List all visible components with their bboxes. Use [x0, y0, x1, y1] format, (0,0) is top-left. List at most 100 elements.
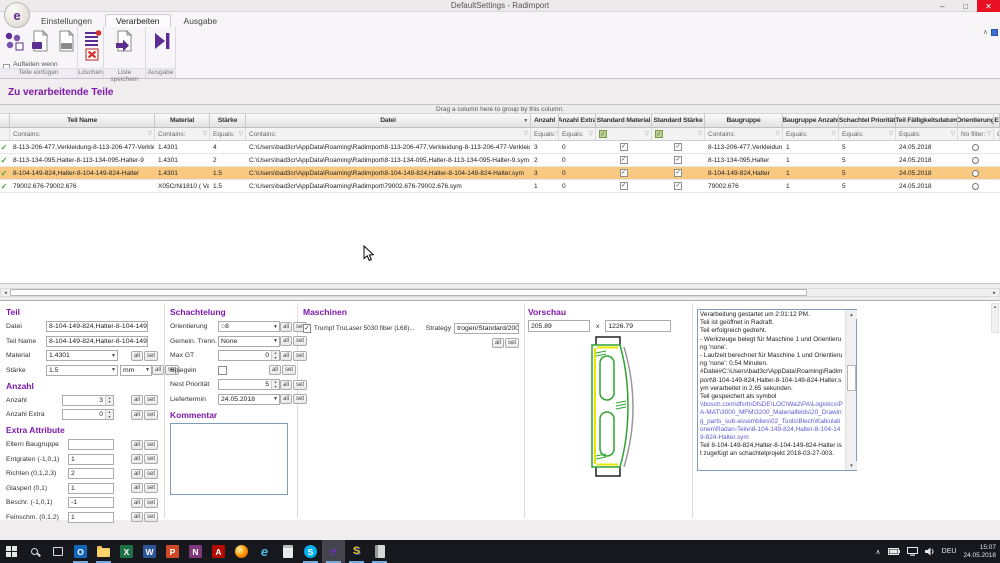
- set-button[interactable]: set: [293, 351, 307, 361]
- language-indicator[interactable]: DEU: [942, 548, 957, 555]
- set-button[interactable]: set: [144, 351, 158, 361]
- funnel-icon[interactable]: ▽: [645, 131, 649, 137]
- column-header-std_staerke[interactable]: Standard Stärke: [652, 114, 705, 128]
- checkbox-checked-icon[interactable]: ✓: [620, 143, 628, 151]
- battery-icon[interactable]: [888, 548, 900, 555]
- insert-parts-button[interactable]: [3, 29, 25, 58]
- horizontal-scrollbar[interactable]: ◄ ►: [0, 288, 1000, 297]
- app-orb-button[interactable]: e: [4, 2, 30, 28]
- all-button[interactable]: all: [131, 483, 143, 493]
- spin-down-icon[interactable]: ▼: [272, 385, 279, 390]
- orientierung-select[interactable]: ○ 8▼: [218, 321, 280, 332]
- spinner-arrows[interactable]: ▲▼: [105, 396, 113, 405]
- strategy-select[interactable]: trogen/Standard/200mm ▼: [454, 323, 519, 334]
- column-header-faelligkeit[interactable]: Teil Fälligkeitsdatum: [896, 114, 958, 128]
- set-button[interactable]: set: [282, 365, 296, 375]
- staerke-select[interactable]: 1.5▼: [46, 365, 118, 376]
- filter-schachtel_prio[interactable]: Equals:▽: [839, 128, 896, 141]
- tray-chevron-icon[interactable]: ∧: [876, 548, 881, 556]
- column-header-status[interactable]: [0, 114, 10, 128]
- all-button[interactable]: all: [131, 498, 143, 508]
- nest-prioritaet-spinner[interactable]: 5▲▼: [218, 379, 280, 390]
- skype-icon[interactable]: S: [299, 540, 322, 563]
- funnel-icon[interactable]: ▽: [239, 131, 243, 137]
- checkbox-checked-icon[interactable]: ✓: [674, 169, 682, 177]
- task-view-icon[interactable]: [46, 540, 69, 563]
- entgraten-field[interactable]: 1: [68, 454, 114, 465]
- all-button[interactable]: all: [131, 395, 143, 405]
- set-button[interactable]: set: [144, 483, 158, 493]
- datei-field[interactable]: 8-104-149-824,Halter-8-104-149-824-H: [46, 321, 148, 332]
- word-icon[interactable]: W: [138, 540, 161, 563]
- spiegeln-checkbox[interactable]: [218, 366, 227, 375]
- eltern-baugruppe-field[interactable]: [68, 439, 114, 450]
- filter-checkbox-icon[interactable]: ✓: [599, 130, 607, 138]
- speaker-icon[interactable]: [925, 547, 935, 556]
- table-row[interactable]: ✓79002.676-79002.676X05CrNi1810 ( Va )1.…: [0, 180, 1000, 193]
- tab-verarbeiten[interactable]: Verarbeiten: [105, 14, 170, 27]
- set-button[interactable]: set: [144, 395, 158, 405]
- column-header-orientierung[interactable]: Orientierung: [958, 114, 994, 128]
- powerpoint-icon[interactable]: P: [161, 540, 184, 563]
- network-icon[interactable]: [907, 547, 918, 556]
- log-panel[interactable]: Verarbeitung gestartet um 2:01:12 PM.Tei…: [697, 309, 857, 471]
- filter-name[interactable]: Contains:▽: [10, 128, 155, 141]
- kommentar-textarea[interactable]: [170, 423, 288, 495]
- log-scrollbar[interactable]: ▲ ▼: [845, 310, 856, 470]
- set-button[interactable]: set: [144, 454, 158, 464]
- column-header-material[interactable]: Material: [155, 114, 210, 128]
- import-part-button[interactable]: [29, 29, 51, 58]
- filter-std_material[interactable]: ✓▽: [596, 128, 652, 141]
- blue-badge-icon[interactable]: [991, 29, 998, 36]
- gray-app-icon[interactable]: [368, 540, 391, 563]
- acrobat-icon[interactable]: A: [207, 540, 230, 563]
- outlook-icon[interactable]: O: [69, 540, 92, 563]
- machine-checkbox[interactable]: ✓: [303, 324, 311, 333]
- checkbox-checked-icon[interactable]: ✓: [620, 156, 628, 164]
- spinner-arrows[interactable]: ▲▼: [271, 380, 279, 389]
- panel-scrollbar[interactable]: ▲: [991, 303, 999, 333]
- filter-anzahl_extra[interactable]: Equals:▽: [559, 128, 596, 141]
- save-list-button[interactable]: [113, 29, 142, 58]
- all-button[interactable]: all: [280, 380, 292, 390]
- glasperl-field[interactable]: 1: [68, 483, 114, 494]
- scroll-down-icon[interactable]: ▼: [846, 461, 857, 470]
- filter-std_staerke[interactable]: ✓▽: [652, 128, 705, 141]
- gemein-trenn-select[interactable]: None▼: [218, 336, 280, 347]
- feinschm-field[interactable]: 1: [68, 512, 114, 523]
- all-button[interactable]: all: [131, 512, 143, 522]
- funnel-icon[interactable]: ▽: [776, 131, 780, 137]
- all-button[interactable]: all: [280, 394, 292, 404]
- start-button[interactable]: [0, 540, 23, 563]
- excel-icon[interactable]: X: [115, 540, 138, 563]
- funnel-icon[interactable]: ▽: [524, 131, 528, 137]
- radio-icon[interactable]: [972, 183, 979, 190]
- scroll-left-icon[interactable]: ◄: [1, 289, 10, 296]
- scroll-right-icon[interactable]: ►: [990, 289, 999, 296]
- radio-icon[interactable]: [972, 144, 979, 151]
- delete-button[interactable]: [81, 29, 100, 67]
- ie-icon[interactable]: e: [253, 540, 276, 563]
- all-button[interactable]: all: [152, 365, 164, 375]
- tab-einstellungen[interactable]: Einstellungen: [30, 14, 103, 27]
- filter-e[interactable]: C: [994, 128, 1000, 141]
- checkbox-checked-icon[interactable]: ✓: [674, 182, 682, 190]
- all-button[interactable]: all: [269, 365, 281, 375]
- anzahl-extra-spinner[interactable]: 0▲▼: [62, 409, 114, 420]
- radimport-icon[interactable]: e: [322, 540, 345, 563]
- funnel-icon[interactable]: ▽: [698, 131, 702, 137]
- column-header-std_material[interactable]: Standard Material: [596, 114, 652, 128]
- all-button[interactable]: all: [280, 336, 292, 346]
- firefox-icon[interactable]: [230, 540, 253, 563]
- beschr-field[interactable]: -1: [68, 497, 114, 508]
- funnel-icon[interactable]: ▽: [951, 131, 955, 137]
- all-button[interactable]: all: [131, 410, 143, 420]
- all-button[interactable]: all: [131, 351, 143, 361]
- set-button[interactable]: set: [144, 498, 158, 508]
- spin-down-icon[interactable]: ▼: [106, 415, 113, 420]
- radio-icon[interactable]: [972, 157, 979, 164]
- filter-baugruppe_anzahl[interactable]: Equals:▽: [783, 128, 839, 141]
- material-select[interactable]: 1.4301▼: [46, 350, 118, 361]
- radio-icon[interactable]: [972, 170, 979, 177]
- funnel-icon[interactable]: ▽: [148, 131, 152, 137]
